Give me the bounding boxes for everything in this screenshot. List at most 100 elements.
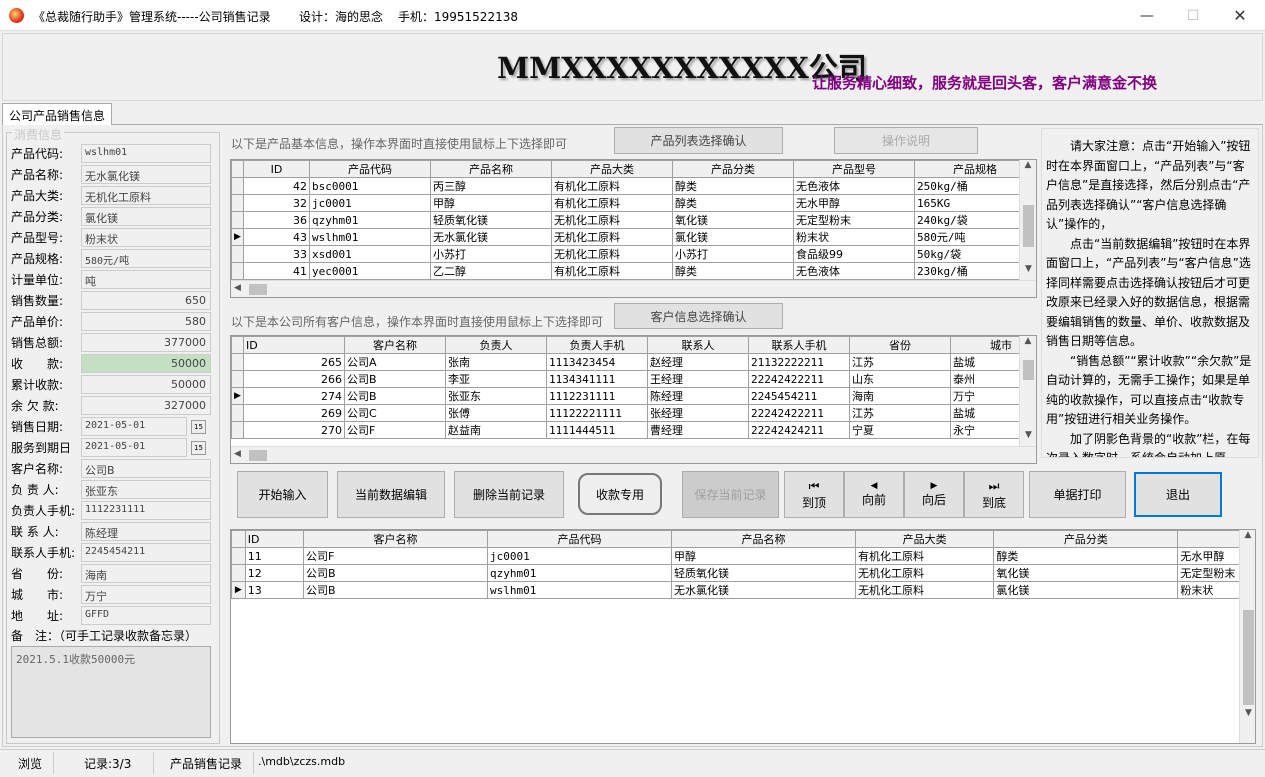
sales-records-grid[interactable]: ID客户名称产品代码产品名称产品大类产品分类产品型号 11公司Fjc0001甲醇… <box>230 529 1256 744</box>
field-input[interactable]: 1112231111 <box>81 501 211 520</box>
table-cell[interactable]: 165KG <box>914 194 1036 212</box>
table-cell[interactable]: 轻质氧化镁 <box>671 564 857 582</box>
field-input[interactable]: 公司B <box>81 459 211 478</box>
delete-current-button[interactable]: 删除当前记录 <box>454 471 564 518</box>
table-cell[interactable]: 无机化工原料 <box>855 564 995 582</box>
table-cell[interactable]: 甲醇 <box>671 547 857 565</box>
receipt-only-button[interactable]: 收款专用 <box>578 473 662 515</box>
table-cell[interactable]: 丙三醇 <box>430 177 552 195</box>
table-cell[interactable]: 580元/吨 <box>914 228 1036 246</box>
column-header[interactable]: 产品大类 <box>551 160 673 178</box>
column-header[interactable]: 省份 <box>849 336 951 354</box>
help-button[interactable]: 操作说明 <box>834 127 978 154</box>
customer-hscroll[interactable]: ◀ <box>231 446 1036 463</box>
customer-grid[interactable]: ID 客户名称 负责人 负责人手机 联系人 联系人手机 省份 城市 265 公司A 张南 11134… <box>230 335 1037 464</box>
customer-vscroll[interactable]: ▲ ▼ <box>1019 336 1036 446</box>
table-cell[interactable]: 李亚 <box>445 370 547 388</box>
table-cell[interactable]: 无定型粉末 <box>793 211 915 229</box>
field-input[interactable]: 陈经理 <box>81 522 211 541</box>
table-cell[interactable]: 醇类 <box>672 177 794 195</box>
scroll-left-icon[interactable]: ◀ <box>234 283 241 293</box>
table-cell[interactable]: 海南 <box>849 387 951 405</box>
table-cell[interactable]: 2245454211 <box>748 387 850 405</box>
field-input[interactable]: 海南 <box>81 564 211 583</box>
field-input[interactable]: 2245454211 <box>81 543 211 562</box>
row-selector[interactable] <box>231 421 244 439</box>
scroll-thumb[interactable] <box>1023 360 1034 380</box>
column-header[interactable]: 联系人 <box>647 336 749 354</box>
table-cell[interactable]: 22242422211 <box>748 404 850 422</box>
table-cell[interactable]: 有机化工原料 <box>551 177 673 195</box>
table-cell[interactable]: jc0001 <box>309 194 431 212</box>
table-cell[interactable]: 266 <box>243 370 345 388</box>
row-selector[interactable] <box>231 404 244 422</box>
table-cell[interactable]: 240kg/袋 <box>914 211 1036 229</box>
scroll-down-icon[interactable]: ▼ <box>1020 264 1036 274</box>
field-input[interactable]: 张亚东 <box>81 480 211 499</box>
table-cell[interactable]: 有机化工原料 <box>551 262 673 280</box>
scroll-up-icon[interactable]: ▲ <box>1020 160 1036 170</box>
table-cell[interactable]: 有机化工原料 <box>855 547 995 565</box>
scroll-down-icon[interactable]: ▼ <box>1240 708 1255 718</box>
table-cell[interactable]: 赵经理 <box>647 353 749 371</box>
row-selector[interactable] <box>231 211 244 229</box>
edit-current-button[interactable]: 当前数据编辑 <box>337 471 445 518</box>
table-cell[interactable]: 公司F <box>344 421 446 439</box>
calendar-icon[interactable]: 15 <box>191 420 206 434</box>
field-input[interactable]: 无水氯化镁 <box>81 165 211 184</box>
table-cell[interactable]: 22242422211 <box>748 370 850 388</box>
table-cell[interactable]: 274 <box>243 387 345 405</box>
field-input[interactable]: 无机化工原料 <box>81 186 211 205</box>
table-cell[interactable]: wslhm01 <box>309 228 431 246</box>
row-selector[interactable] <box>231 564 246 582</box>
table-cell[interactable]: 1112231111 <box>546 387 648 405</box>
table-cell[interactable]: 陈经理 <box>647 387 749 405</box>
table-cell[interactable]: 公司C <box>344 404 446 422</box>
table-cell[interactable]: 张亚东 <box>445 387 547 405</box>
table-cell[interactable]: 33 <box>243 245 310 263</box>
scroll-down-icon[interactable]: ▼ <box>1020 430 1036 440</box>
table-row[interactable]: 32 jc0001 甲醇 有机化工原料 醇类 无水甲醇 165KG <box>231 194 1036 212</box>
table-cell[interactable]: 江苏 <box>849 404 951 422</box>
table-cell[interactable]: 50kg/袋 <box>914 245 1036 263</box>
table-cell[interactable]: 32 <box>243 194 310 212</box>
start-input-button[interactable]: 开始输入 <box>237 471 328 518</box>
row-selector[interactable]: ▶ <box>231 228 244 246</box>
field-input[interactable]: 50000 <box>81 354 211 373</box>
field-input[interactable]: 粉末状 <box>81 228 211 247</box>
field-input[interactable]: 580元/吨 <box>81 249 211 268</box>
field-input[interactable]: 2021-05-01 <box>81 438 187 457</box>
column-header[interactable]: 产品分类 <box>672 160 794 178</box>
column-header[interactable]: 客户名称 <box>302 530 489 548</box>
table-cell[interactable]: 11 <box>244 547 304 565</box>
table-cell[interactable]: 甲醇 <box>430 194 552 212</box>
table-cell[interactable]: wslhm01 <box>486 581 673 599</box>
table-cell[interactable]: 小苏打 <box>430 245 552 263</box>
table-cell[interactable]: 269 <box>243 404 345 422</box>
row-selector[interactable] <box>231 194 244 212</box>
scroll-thumb[interactable] <box>1023 205 1034 247</box>
column-header[interactable]: 产品大类 <box>855 530 995 548</box>
column-header[interactable]: 产品名称 <box>671 530 857 548</box>
table-cell[interactable]: 王经理 <box>647 370 749 388</box>
table-cell[interactable]: 43 <box>243 228 310 246</box>
product-confirm-button[interactable]: 产品列表选择确认 <box>614 127 783 154</box>
table-cell[interactable]: 无机化工原料 <box>855 581 995 599</box>
remark-memo[interactable]: 2021.5.1收款50000元 <box>11 646 211 738</box>
scroll-thumb[interactable] <box>249 450 267 461</box>
column-header[interactable]: 客户名称 <box>344 336 446 354</box>
table-cell[interactable]: 张经理 <box>647 404 749 422</box>
table-cell[interactable]: 1134341111 <box>546 370 648 388</box>
next-record-button[interactable]: ▶ 向后 <box>904 471 964 518</box>
table-row[interactable]: 36 qzyhm01 轻质氧化镁 无机化工原料 氧化镁 无定型粉末 240kg/袋 <box>231 211 1036 229</box>
tab-sales-info[interactable]: 公司产品销售信息 <box>2 103 113 125</box>
field-input[interactable]: 650 <box>81 291 211 310</box>
field-input[interactable]: 氯化镁 <box>81 207 211 226</box>
close-icon[interactable]: ✕ <box>1217 0 1263 31</box>
table-row[interactable]: 270 公司F 赵益南 1111444511 曹经理 22242424211 宁夏 永宁 <box>231 421 1036 439</box>
table-cell[interactable]: 醇类 <box>993 547 1179 565</box>
field-input[interactable]: 327000 <box>81 396 211 415</box>
table-cell[interactable]: 醇类 <box>672 262 794 280</box>
row-selector[interactable] <box>231 370 244 388</box>
row-selector[interactable]: ▶ <box>231 581 246 599</box>
